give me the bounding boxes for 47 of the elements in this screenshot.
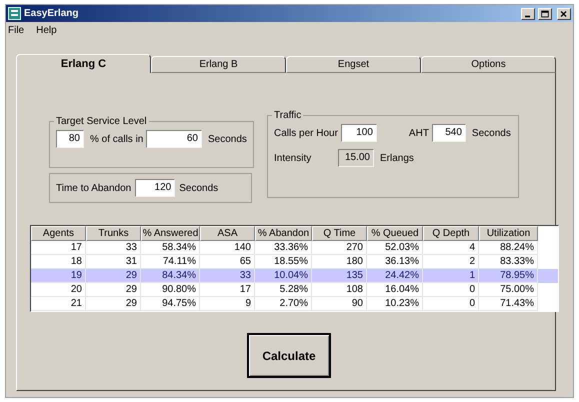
table-cell: 2.70% bbox=[255, 297, 312, 311]
column-header[interactable]: Q Time bbox=[312, 226, 367, 241]
table-cell: 29 bbox=[86, 297, 141, 311]
column-header[interactable]: % Abandon bbox=[255, 226, 312, 241]
column-header[interactable]: Utilization bbox=[479, 226, 538, 241]
unit-label: Seconds bbox=[208, 132, 247, 146]
column-header[interactable]: Q Depth bbox=[423, 226, 479, 241]
input-field[interactable]: 540 bbox=[432, 124, 466, 142]
minimize-icon[interactable] bbox=[521, 8, 535, 20]
input-field[interactable]: 80 bbox=[56, 130, 84, 148]
menu-item[interactable]: Help bbox=[36, 22, 57, 38]
column-header[interactable]: Trunks bbox=[86, 226, 141, 241]
tab[interactable]: Erlang C bbox=[16, 54, 151, 73]
input-field[interactable]: 100 bbox=[340, 124, 377, 142]
unit-label: Seconds bbox=[472, 126, 511, 140]
window-title: EasyErlang bbox=[24, 7, 80, 21]
column-header[interactable]: ASA bbox=[200, 226, 255, 241]
table-cell: 9 bbox=[200, 297, 255, 311]
field-label: AHT bbox=[408, 126, 429, 140]
column-header[interactable]: % Queued bbox=[367, 226, 423, 241]
field-label: Time to Abandon bbox=[56, 182, 132, 196]
maximize-icon[interactable] bbox=[538, 8, 552, 20]
menu-item[interactable]: File bbox=[8, 22, 24, 38]
column-header[interactable]: % Answered bbox=[141, 226, 200, 241]
group-title: Traffic bbox=[274, 110, 302, 121]
unit-label: Seconds bbox=[179, 182, 218, 196]
tab[interactable]: Options bbox=[421, 56, 556, 73]
tab[interactable]: Engset bbox=[286, 56, 421, 73]
field-label: Intensity bbox=[274, 152, 312, 166]
table-cell: 94.75% bbox=[141, 297, 200, 311]
table-cell: 71.43% bbox=[479, 297, 538, 311]
table-cell: 0 bbox=[423, 297, 479, 311]
intensity-field[interactable]: 15.00 bbox=[338, 149, 374, 167]
table-row[interactable]: 19 29 84.34% 33 10.04% 135 24.42% 1 78.95% bbox=[31, 269, 558, 283]
group-title: Target Service Level bbox=[56, 116, 147, 127]
unit-label: Erlangs bbox=[380, 152, 414, 166]
table-cell: 10.23% bbox=[367, 297, 423, 311]
table-cell: 90 bbox=[312, 297, 367, 311]
close-icon[interactable] bbox=[557, 8, 571, 20]
field-label: Calls per Hour bbox=[274, 126, 338, 140]
app-icon bbox=[8, 7, 21, 20]
column-header[interactable]: Agents bbox=[31, 226, 86, 241]
input-field[interactable]: 120 bbox=[135, 179, 176, 197]
calculate-button[interactable]: Calculate bbox=[247, 333, 331, 378]
table-cell: 21 bbox=[31, 297, 86, 311]
input-field[interactable]: 60 bbox=[146, 130, 202, 148]
tab[interactable]: Erlang B bbox=[151, 56, 286, 73]
